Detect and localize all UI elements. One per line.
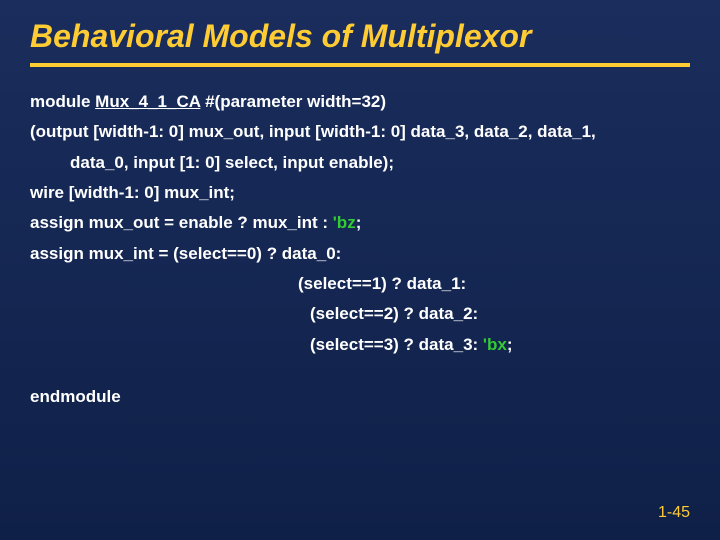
slide-title: Behavioral Models of Multiplexor xyxy=(30,18,690,55)
code-line-assign2: assign mux_int = (select==0) ? data_0: xyxy=(30,241,690,267)
module-params: #(parameter width=32) xyxy=(200,92,386,111)
select3-post: ; xyxy=(507,335,513,354)
module-name: Mux_4_1_CA xyxy=(95,92,200,111)
slide: Behavioral Models of Multiplexor module … xyxy=(0,0,720,540)
code-line-select1: (select==1) ? data_1: xyxy=(30,271,690,297)
code-line-select3: (select==3) ? data_3: 'bx; xyxy=(30,332,690,358)
code-line-module: module Mux_4_1_CA #(parameter width=32) xyxy=(30,89,690,115)
code-line-select2: (select==2) ? data_2: xyxy=(30,301,690,327)
code-block: module Mux_4_1_CA #(parameter width=32) … xyxy=(30,89,690,410)
assign1-post: ; xyxy=(356,213,362,232)
spacer xyxy=(30,362,690,384)
code-line-endmodule: endmodule xyxy=(30,384,690,410)
code-line-assign1: assign mux_out = enable ? mux_int : 'bz; xyxy=(30,210,690,236)
page-number: 1-45 xyxy=(658,504,690,522)
code-line-ports1: (output [width-1: 0] mux_out, input [wid… xyxy=(30,119,690,145)
select3-bx: 'bx xyxy=(483,335,507,354)
module-keyword: module xyxy=(30,92,95,111)
assign1-bz: 'bz xyxy=(333,213,356,232)
assign1-pre: assign mux_out = enable ? mux_int : xyxy=(30,213,333,232)
select3-pre: (select==3) ? data_3: xyxy=(310,335,483,354)
title-underline xyxy=(30,63,690,67)
code-line-wire: wire [width-1: 0] mux_int; xyxy=(30,180,690,206)
code-line-ports2: data_0, input [1: 0] select, input enabl… xyxy=(30,150,690,176)
